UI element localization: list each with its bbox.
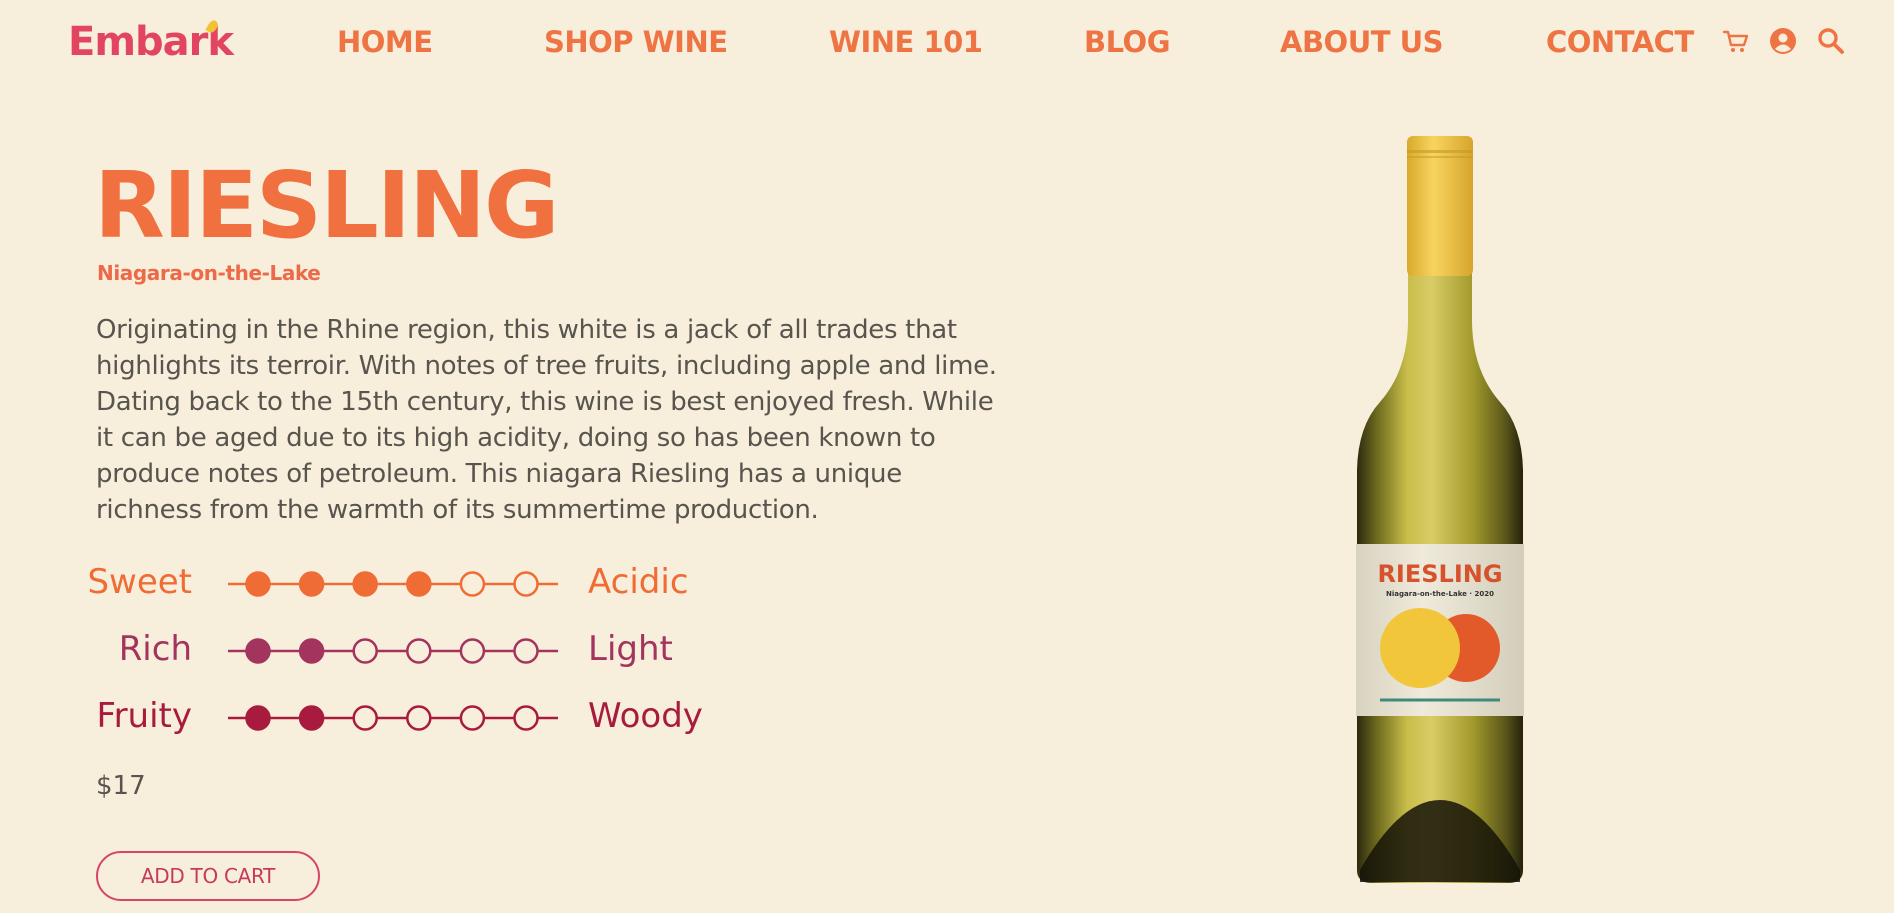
cart-icon[interactable] xyxy=(1721,26,1751,56)
scale-dot-empty xyxy=(459,705,486,731)
product-price: $17 xyxy=(96,771,146,801)
scale-dot-empty xyxy=(459,571,486,597)
scale-dot-filled xyxy=(298,571,325,597)
nav-contact[interactable]: CONTACT xyxy=(1546,24,1694,60)
wine-bottle-image: RIESLING Niagara-on-the-Lake · 2020 xyxy=(1356,136,1524,883)
scale-right-label: Acidic xyxy=(588,562,689,602)
scale-dot-filled xyxy=(245,571,271,597)
scale-dots xyxy=(228,705,558,731)
scale-dot-empty xyxy=(459,638,486,664)
scale-dot-filled xyxy=(298,705,325,731)
scale-dot-empty xyxy=(352,705,378,731)
scale-left-label: Sweet xyxy=(87,562,192,602)
nav-home[interactable]: HOME xyxy=(337,24,433,60)
scale-dot-empty xyxy=(513,638,539,664)
nav-about-us[interactable]: ABOUT US xyxy=(1280,24,1444,60)
scale-dot-empty xyxy=(513,571,539,597)
scale-dot-filled xyxy=(406,571,432,597)
bottle-label-subtitle: Niagara-on-the-Lake · 2020 xyxy=(1386,590,1494,598)
add-to-cart-button[interactable]: ADD TO CART xyxy=(96,851,320,901)
scale-dots xyxy=(228,571,558,597)
scale-right-label: Light xyxy=(588,629,673,669)
scale-dot-empty xyxy=(406,705,432,731)
scale-dot-empty xyxy=(352,638,378,664)
product-title: RIESLING xyxy=(94,152,560,259)
taste-scale-fruity-woody: Fruity Woody xyxy=(0,692,760,742)
scale-left-label: Rich xyxy=(118,629,192,669)
scale-dot-filled xyxy=(245,705,271,731)
scale-dot-filled xyxy=(245,638,271,664)
scale-dots xyxy=(228,638,558,664)
nav-blog[interactable]: BLOG xyxy=(1084,24,1171,60)
scale-left-label: Fruity xyxy=(96,696,192,736)
product-region: Niagara-on-the-Lake xyxy=(97,261,321,285)
search-icon[interactable] xyxy=(1816,26,1846,56)
taste-scale-rich-light: Rich Light xyxy=(0,625,760,675)
user-icon[interactable] xyxy=(1768,26,1798,56)
bottle-label-name: RIESLING xyxy=(1377,560,1502,588)
scale-dot-filled xyxy=(298,638,325,664)
scale-dot-empty xyxy=(406,638,432,664)
product-description: Originating in the Rhine region, this wh… xyxy=(96,315,997,525)
nav-shop-wine[interactable]: SHOP WINE xyxy=(544,24,728,60)
scale-right-label: Woody xyxy=(588,696,703,736)
nav-wine-101[interactable]: WINE 101 xyxy=(829,24,983,60)
taste-scale-sweet-acidic: Sweet Acidic xyxy=(0,558,760,608)
scale-dot-filled xyxy=(352,571,378,597)
scale-dot-empty xyxy=(513,705,539,731)
